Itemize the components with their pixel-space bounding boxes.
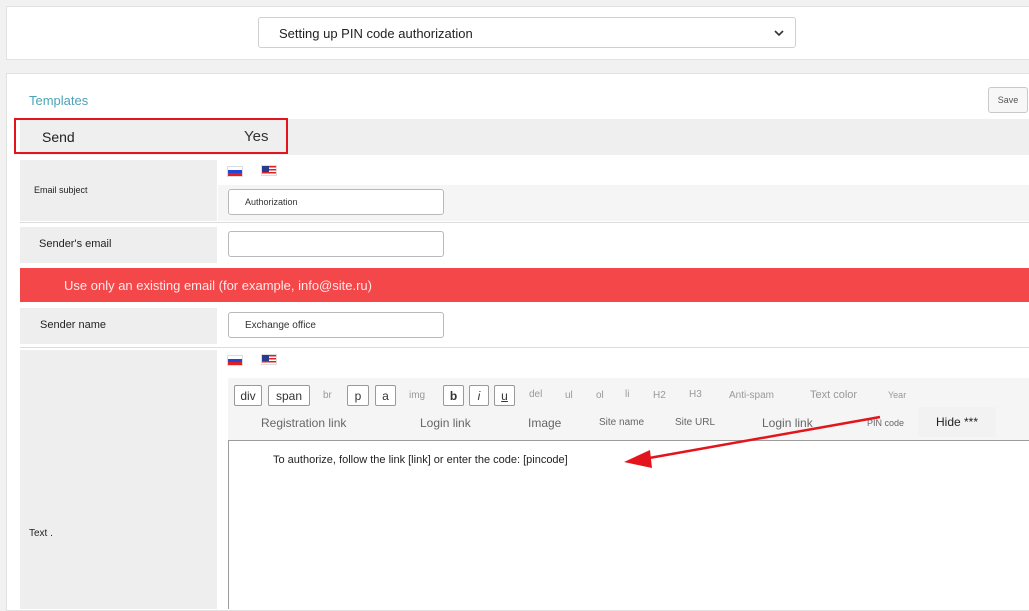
- year-button[interactable]: Year: [888, 390, 906, 400]
- sender-email-input[interactable]: [228, 231, 444, 257]
- tag-a-button[interactable]: a: [375, 385, 396, 406]
- email-subject-input[interactable]: Authorization: [228, 189, 444, 215]
- annotation-arrow: [624, 415, 881, 468]
- tag-ul-button[interactable]: ul: [565, 390, 573, 401]
- tag-i-button[interactable]: i: [469, 385, 489, 406]
- send-highlight-box: [14, 118, 288, 154]
- tag-span-button[interactable]: span: [268, 385, 310, 406]
- login-link-button[interactable]: Login link: [420, 416, 471, 430]
- divider: [20, 347, 1029, 348]
- text-color-button[interactable]: Text color: [810, 389, 857, 401]
- tag-del-button[interactable]: del: [529, 389, 542, 400]
- tag-h3-button[interactable]: H3: [689, 389, 702, 400]
- editor-content: To authorize, follow the link [link] or …: [273, 454, 568, 466]
- warning-text: Use only an existing email (for example,…: [64, 278, 372, 293]
- registration-link-button[interactable]: Registration link: [261, 416, 346, 430]
- tag-br-button[interactable]: br: [323, 390, 332, 401]
- auth-mode-select[interactable]: Setting up PIN code authorization: [258, 17, 796, 48]
- tag-p-button[interactable]: p: [347, 385, 369, 406]
- flag-ru-icon[interactable]: [227, 166, 243, 177]
- email-subject-label: Email subject: [34, 185, 88, 195]
- tag-b-button[interactable]: b: [443, 385, 464, 406]
- chevron-down-icon: [774, 30, 784, 37]
- templates-title: Templates: [29, 93, 89, 108]
- hide-button[interactable]: Hide ***: [918, 407, 996, 437]
- auth-mode-value: Setting up PIN code authorization: [279, 26, 473, 41]
- sender-name-label: Sender name: [40, 319, 107, 331]
- tag-li-button[interactable]: li: [625, 389, 629, 400]
- save-button[interactable]: Save: [988, 87, 1028, 113]
- tag-ol-button[interactable]: ol: [596, 390, 604, 401]
- image-button[interactable]: Image: [528, 416, 561, 430]
- text-label-cell: [20, 350, 217, 609]
- flag-us-icon[interactable]: [261, 354, 277, 365]
- tag-div-button[interactable]: div: [234, 385, 262, 406]
- antispam-button[interactable]: Anti-spam: [729, 390, 774, 401]
- text-label: Text .: [29, 528, 53, 539]
- divider: [20, 222, 1029, 223]
- sender-email-label: Sender's email: [39, 238, 112, 250]
- tag-h2-button[interactable]: H2: [653, 390, 666, 401]
- tag-img-button[interactable]: img: [409, 390, 425, 401]
- flag-ru-icon[interactable]: [227, 355, 243, 366]
- tag-u-button[interactable]: u: [494, 385, 515, 406]
- flag-us-icon[interactable]: [261, 165, 277, 176]
- sender-name-input[interactable]: Exchange office: [228, 312, 444, 338]
- warning-banner: Use only an existing email (for example,…: [20, 268, 1029, 302]
